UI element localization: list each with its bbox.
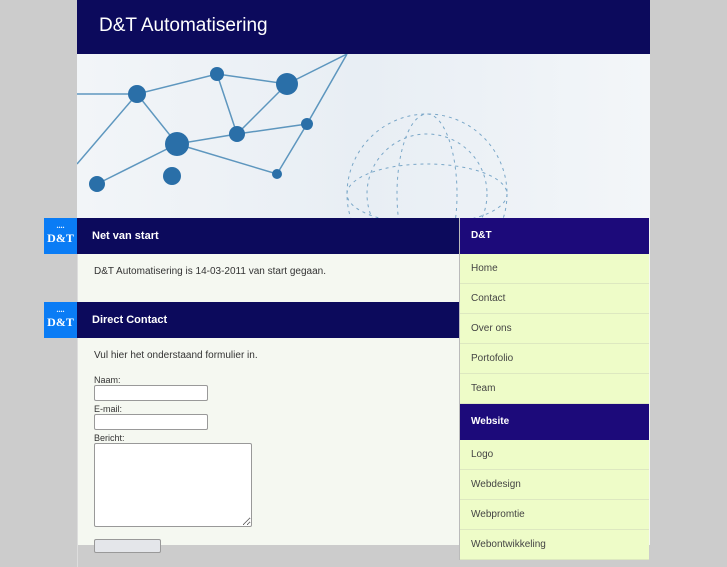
sidebar-heading: D&T	[460, 218, 649, 254]
section-title: Net van start	[92, 230, 159, 242]
sidebar-item-webdesign[interactable]: Webdesign	[460, 470, 649, 500]
section-header-direct-contact: .... D&T Direct Contact	[44, 302, 459, 338]
page: D&T Automatisering .... D&T Net van start…	[44, 0, 650, 567]
name-label: Naam:	[94, 375, 121, 385]
message-textarea[interactable]	[94, 443, 252, 527]
site-header: D&T Automatisering	[77, 0, 650, 54]
sidebar-item-portofolio[interactable]: Portofolio	[460, 344, 649, 374]
sidebar: D&T Home Contact Over ons Portofolio Team Webs…	[459, 218, 649, 560]
dt-badge: .... D&T	[44, 302, 77, 338]
email-input[interactable]	[94, 414, 208, 430]
site-title: D&T Automatisering	[99, 15, 268, 36]
email-label: E-mail:	[94, 404, 123, 414]
section-body: D&T Automatisering is 14-03-2011 van sta…	[77, 254, 459, 302]
sidebar-heading: Website	[460, 404, 649, 440]
dt-badge: .... D&T	[44, 218, 77, 254]
sidebar-item-team[interactable]: Team	[460, 374, 649, 404]
name-input[interactable]	[94, 385, 208, 401]
sidebar-item-webpromtie[interactable]: Webpromtie	[460, 500, 649, 530]
message-label: Bericht:	[94, 433, 125, 443]
sidebar-item-contact[interactable]: Contact	[460, 284, 649, 314]
banner-image	[77, 54, 650, 218]
network-graphic	[77, 54, 508, 218]
form-intro: Vul hier het onderstaand formulier in.	[94, 350, 258, 361]
contact-form: Vul hier het onderstaand formulier in. N…	[77, 338, 459, 567]
sidebar-item-logo[interactable]: Logo	[460, 440, 649, 470]
section-title: Direct Contact	[92, 314, 168, 326]
sidebar-item-over-ons[interactable]: Over ons	[460, 314, 649, 344]
submit-button[interactable]	[94, 539, 161, 553]
sidebar-item-home[interactable]: Home	[460, 254, 649, 284]
section-header-net-van-start: .... D&T Net van start	[44, 218, 459, 254]
main-content: .... D&T Net van start D&T Automatisering…	[44, 218, 459, 567]
sidebar-item-webontwikkeling[interactable]: Webontwikkeling	[460, 530, 649, 560]
